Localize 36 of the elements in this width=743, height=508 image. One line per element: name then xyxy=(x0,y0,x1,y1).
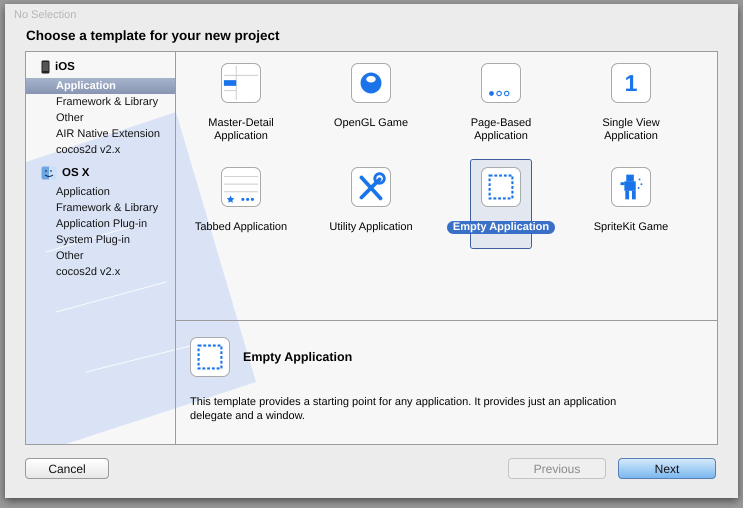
template-tile[interactable]: 1 xyxy=(603,55,659,111)
template-label: SpriteKit Game xyxy=(592,221,670,234)
group-header: iOS xyxy=(55,61,75,73)
template-description: This template provides a starting point for any application. It provides just an application delegate and a window. xyxy=(190,395,618,423)
category-item[interactable]: Framework & Library xyxy=(26,94,175,110)
category-item[interactable]: System Plug-in xyxy=(26,232,175,248)
template-label: Empty Application xyxy=(446,221,556,234)
pixel-robot-icon xyxy=(611,167,651,207)
category-item[interactable]: Application Plug-in xyxy=(26,216,175,232)
template-label: Utility Application xyxy=(328,221,414,234)
category-item[interactable]: cocos2d v2.x xyxy=(26,142,175,158)
template-label: Tabbed Application xyxy=(194,221,288,234)
category-item[interactable]: cocos2d v2.x xyxy=(26,264,175,280)
category-item[interactable]: Other xyxy=(26,110,175,126)
split-view-icon xyxy=(221,63,261,103)
category-item[interactable]: Application xyxy=(26,184,175,200)
template-label: Single View Application xyxy=(601,117,661,143)
category-item[interactable]: Other xyxy=(26,248,175,264)
finder-icon xyxy=(41,166,57,180)
number-icon: 1 xyxy=(611,63,651,103)
dashed-square-icon xyxy=(481,167,521,207)
template-label: Master-Detail Application xyxy=(207,117,275,143)
tools-icon xyxy=(351,167,391,207)
template-title: Empty Application xyxy=(243,350,352,364)
tab-bar-icon xyxy=(221,167,261,207)
dashed-square-icon xyxy=(190,337,230,377)
template-label: OpenGL Game xyxy=(332,117,410,130)
page-dots-icon xyxy=(481,63,521,103)
template-label: Page-Based Application xyxy=(470,117,532,143)
group-header: OS X xyxy=(62,167,90,179)
category-item[interactable]: AIR Native Extension xyxy=(26,126,175,142)
dialog-title: Choose a template for your new project xyxy=(25,28,281,43)
category-item[interactable]: Framework & Library xyxy=(26,200,175,216)
phone-icon xyxy=(41,60,50,74)
dialog-button[interactable]: Cancel xyxy=(25,458,109,479)
dialog-button[interactable]: Next xyxy=(618,458,716,479)
